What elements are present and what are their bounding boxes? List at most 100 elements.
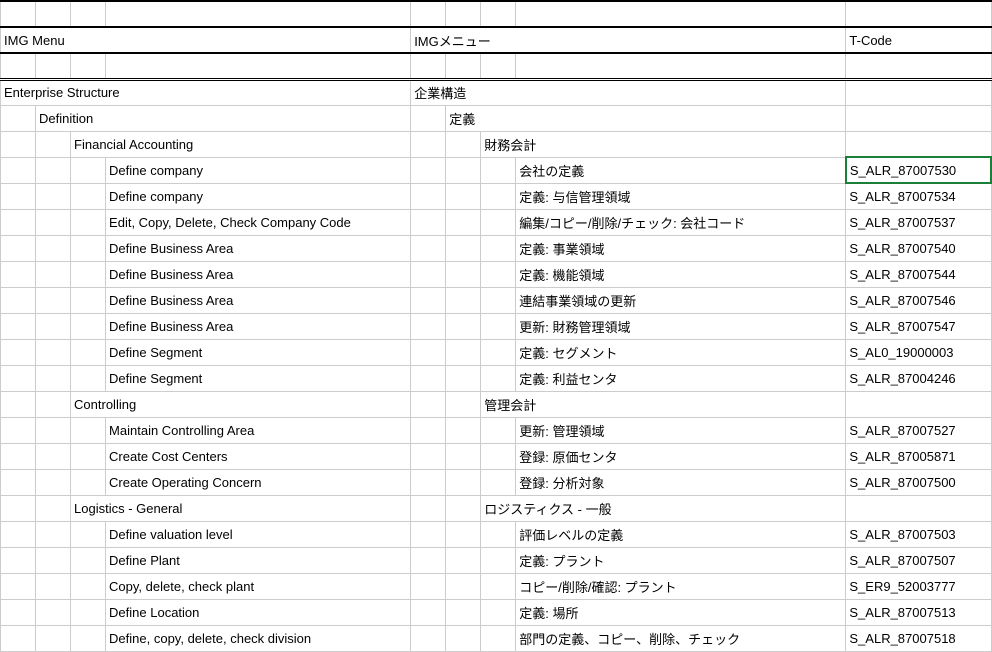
indent-cell[interactable] bbox=[411, 261, 446, 287]
indent-cell[interactable] bbox=[1, 339, 36, 365]
indent-cell[interactable] bbox=[71, 443, 106, 469]
cell[interactable] bbox=[846, 1, 991, 27]
indent-cell[interactable] bbox=[71, 365, 106, 391]
indent-cell[interactable] bbox=[1, 365, 36, 391]
indent-cell[interactable] bbox=[446, 183, 481, 209]
tcode-cell[interactable]: S_ALR_87007513 bbox=[846, 599, 991, 625]
indent-cell[interactable] bbox=[411, 469, 446, 495]
header-tcode[interactable]: T-Code bbox=[846, 27, 991, 53]
indent-cell[interactable] bbox=[36, 547, 71, 573]
cell[interactable] bbox=[411, 53, 446, 79]
indent-cell[interactable] bbox=[36, 157, 71, 183]
cell[interactable] bbox=[36, 53, 71, 79]
menu-item-en[interactable]: Create Cost Centers bbox=[106, 443, 411, 469]
tcode-cell[interactable] bbox=[846, 495, 991, 521]
indent-cell[interactable] bbox=[36, 573, 71, 599]
menu-item-jp[interactable]: 編集/コピー/削除/チェック: 会社コード bbox=[516, 209, 846, 235]
indent-cell[interactable] bbox=[1, 469, 36, 495]
indent-cell[interactable] bbox=[71, 183, 106, 209]
indent-cell[interactable] bbox=[446, 261, 481, 287]
indent-cell[interactable] bbox=[71, 547, 106, 573]
indent-cell[interactable] bbox=[36, 521, 71, 547]
menu-item-jp[interactable]: 登録: 分析対象 bbox=[516, 469, 846, 495]
indent-cell[interactable] bbox=[446, 235, 481, 261]
cell[interactable] bbox=[36, 1, 71, 27]
menu-item-jp[interactable]: 登録: 原価センタ bbox=[516, 443, 846, 469]
menu-item-jp[interactable]: 定義: 事業領域 bbox=[516, 235, 846, 261]
menu-item-en[interactable]: Define Segment bbox=[106, 365, 411, 391]
tcode-cell[interactable]: S_ALR_87004246 bbox=[846, 365, 991, 391]
indent-cell[interactable] bbox=[481, 417, 516, 443]
menu-item-jp[interactable]: ロジスティクス - 一般 bbox=[481, 495, 846, 521]
indent-cell[interactable] bbox=[36, 443, 71, 469]
indent-cell[interactable] bbox=[481, 339, 516, 365]
indent-cell[interactable] bbox=[481, 209, 516, 235]
indent-cell[interactable] bbox=[446, 599, 481, 625]
menu-item-jp[interactable]: 定義: 機能領域 bbox=[516, 261, 846, 287]
indent-cell[interactable] bbox=[36, 131, 71, 157]
indent-cell[interactable] bbox=[446, 339, 481, 365]
indent-cell[interactable] bbox=[481, 157, 516, 183]
cell[interactable] bbox=[1, 53, 36, 79]
menu-item-en[interactable]: Edit, Copy, Delete, Check Company Code bbox=[106, 209, 411, 235]
tcode-cell[interactable]: S_ALR_87007527 bbox=[846, 417, 991, 443]
cell[interactable] bbox=[481, 1, 516, 27]
menu-item-jp[interactable]: 部門の定義、コピー、削除、チェック bbox=[516, 625, 846, 651]
menu-item-en[interactable]: Define company bbox=[106, 183, 411, 209]
menu-item-jp[interactable]: 更新: 管理領域 bbox=[516, 417, 846, 443]
indent-cell[interactable] bbox=[411, 391, 446, 417]
tcode-cell[interactable] bbox=[846, 79, 991, 105]
indent-cell[interactable] bbox=[71, 235, 106, 261]
indent-cell[interactable] bbox=[36, 391, 71, 417]
menu-item-en[interactable]: Define Segment bbox=[106, 339, 411, 365]
menu-item-en[interactable]: Financial Accounting bbox=[71, 131, 411, 157]
indent-cell[interactable] bbox=[411, 209, 446, 235]
indent-cell[interactable] bbox=[36, 365, 71, 391]
indent-cell[interactable] bbox=[446, 495, 481, 521]
indent-cell[interactable] bbox=[36, 261, 71, 287]
indent-cell[interactable] bbox=[446, 157, 481, 183]
indent-cell[interactable] bbox=[1, 235, 36, 261]
tcode-cell[interactable]: S_ER9_52003777 bbox=[846, 573, 991, 599]
indent-cell[interactable] bbox=[481, 521, 516, 547]
menu-item-jp[interactable]: 定義: セグメント bbox=[516, 339, 846, 365]
indent-cell[interactable] bbox=[411, 599, 446, 625]
indent-cell[interactable] bbox=[1, 287, 36, 313]
indent-cell[interactable] bbox=[411, 313, 446, 339]
cell[interactable] bbox=[446, 53, 481, 79]
indent-cell[interactable] bbox=[446, 131, 481, 157]
indent-cell[interactable] bbox=[481, 183, 516, 209]
indent-cell[interactable] bbox=[71, 521, 106, 547]
tcode-cell[interactable]: S_ALR_87007534 bbox=[846, 183, 991, 209]
indent-cell[interactable] bbox=[71, 209, 106, 235]
menu-item-jp[interactable]: 企業構造 bbox=[411, 79, 846, 105]
menu-item-en[interactable]: Copy, delete, check plant bbox=[106, 573, 411, 599]
indent-cell[interactable] bbox=[71, 287, 106, 313]
indent-cell[interactable] bbox=[71, 313, 106, 339]
indent-cell[interactable] bbox=[411, 235, 446, 261]
indent-cell[interactable] bbox=[411, 443, 446, 469]
indent-cell[interactable] bbox=[36, 599, 71, 625]
indent-cell[interactable] bbox=[411, 287, 446, 313]
indent-cell[interactable] bbox=[481, 547, 516, 573]
spreadsheet-grid[interactable]: IMG MenuIMGメニューT-CodeEnterprise Structur… bbox=[0, 0, 992, 652]
indent-cell[interactable] bbox=[481, 313, 516, 339]
indent-cell[interactable] bbox=[411, 495, 446, 521]
indent-cell[interactable] bbox=[481, 443, 516, 469]
menu-item-jp[interactable]: 定義: 利益センタ bbox=[516, 365, 846, 391]
indent-cell[interactable] bbox=[446, 547, 481, 573]
menu-item-jp[interactable]: 評価レベルの定義 bbox=[516, 521, 846, 547]
indent-cell[interactable] bbox=[71, 469, 106, 495]
indent-cell[interactable] bbox=[446, 365, 481, 391]
indent-cell[interactable] bbox=[411, 183, 446, 209]
cell[interactable] bbox=[71, 1, 106, 27]
tcode-cell[interactable]: S_AL0_19000003 bbox=[846, 339, 991, 365]
indent-cell[interactable] bbox=[71, 157, 106, 183]
menu-item-en[interactable]: Define company bbox=[106, 157, 411, 183]
menu-item-jp[interactable]: 定義: 場所 bbox=[516, 599, 846, 625]
indent-cell[interactable] bbox=[446, 287, 481, 313]
menu-item-en[interactable]: Definition bbox=[36, 105, 411, 131]
indent-cell[interactable] bbox=[446, 573, 481, 599]
indent-cell[interactable] bbox=[1, 547, 36, 573]
indent-cell[interactable] bbox=[411, 105, 446, 131]
